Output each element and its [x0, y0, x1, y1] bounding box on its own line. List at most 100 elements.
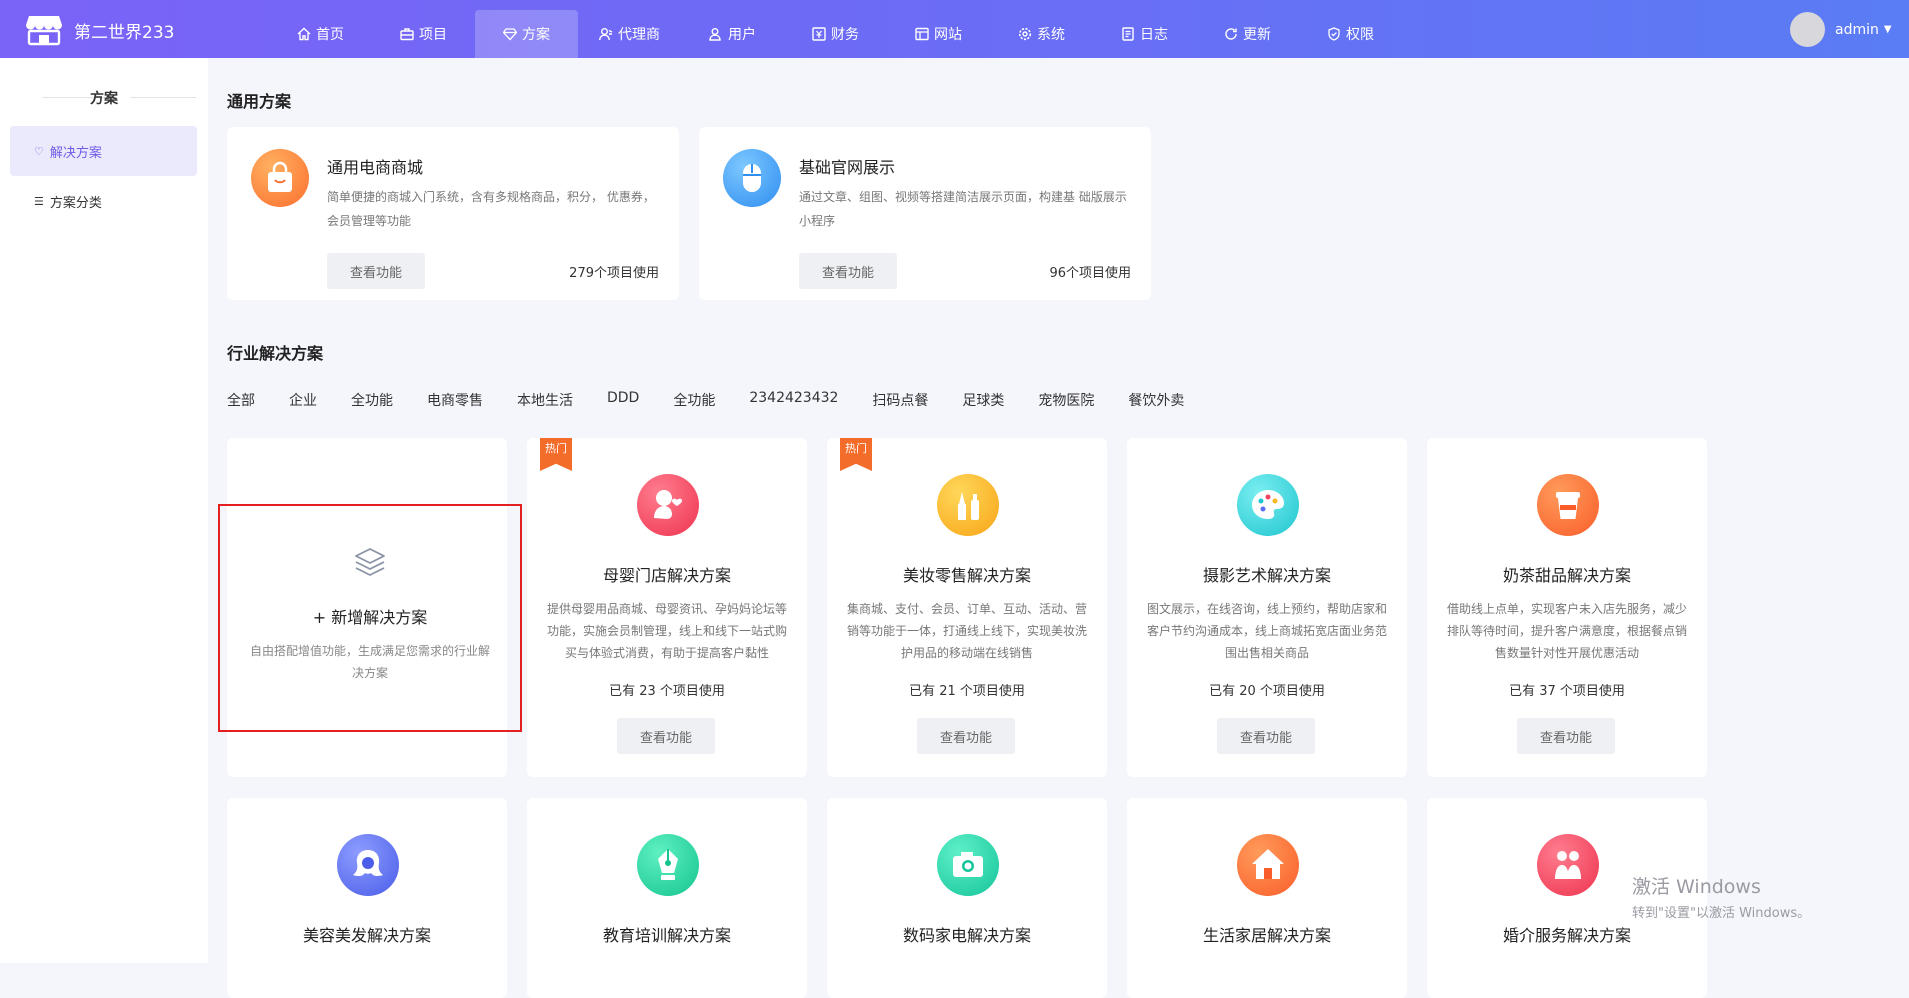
nav-item-label: 代理商	[618, 27, 660, 43]
filter-tab[interactable]: 宠物医院	[1038, 390, 1094, 410]
filter-tab[interactable]: 全功能	[351, 390, 393, 410]
app-logo[interactable]: 第二世界233	[26, 14, 174, 46]
milk-tea-icon	[1537, 474, 1599, 536]
filter-tab[interactable]: 2342423432	[749, 390, 838, 410]
nav-item-website[interactable]: 网站	[887, 10, 990, 58]
solution-card-education[interactable]: 教育培训解决方案	[527, 798, 807, 998]
add-solution-description: 自由搭配增值功能，生成满足您需求的行业解决方案	[250, 644, 491, 680]
card-title: 婚介服务解决方案	[1502, 926, 1631, 945]
palette-icon	[1237, 474, 1299, 536]
usage-count: 已有 21 个项目使用	[909, 684, 1025, 699]
card-title: 摄影艺术解决方案	[1202, 566, 1331, 585]
usage-count: 279个项目使用	[569, 266, 659, 281]
diamond-icon	[503, 28, 517, 41]
nav-item-label: 项目	[419, 27, 447, 43]
layers-icon	[355, 548, 385, 576]
sidebar-item-categories[interactable]: ☰ 方案分类	[10, 176, 197, 226]
nav-item-updates[interactable]: 更新	[1196, 10, 1299, 58]
sidebar-item-solutions[interactable]: ♡ 解决方案	[10, 126, 197, 176]
section-title-general: 通用方案	[227, 92, 292, 111]
nav-item-home[interactable]: 首页	[269, 10, 372, 58]
card-description: 借助线上点单，实现客户未入店先服务，减少排队等待时间，提升客户满意度，根据餐点销…	[1447, 602, 1687, 660]
solution-card-maternal-baby[interactable]: 热门 母婴门店解决方案 提供母婴用品商城、母婴资讯、孕妈妈论坛等功能，实施会员制…	[527, 438, 807, 777]
solution-card-general-ecommerce[interactable]: 通用电商商城 简单便捷的商城入门系统，含有多规格商品，积分， 优惠券，会员管理等…	[227, 127, 679, 300]
user-menu[interactable]: admin ▼	[1790, 12, 1892, 47]
filter-tab[interactable]: 餐饮外卖	[1128, 390, 1184, 410]
filter-tab[interactable]: DDD	[607, 390, 639, 410]
filter-tab[interactable]: 全功能	[673, 390, 715, 410]
username: admin	[1835, 21, 1879, 38]
filter-tab[interactable]: 全部	[227, 390, 255, 410]
nav-item-system[interactable]: 系统	[990, 10, 1093, 58]
nav-item-logs[interactable]: 日志	[1093, 10, 1196, 58]
card-description: 图文展示，在线咨询，线上预约，帮助店家和客户节约沟通成本，线上商城拓宽店面业务范…	[1147, 602, 1387, 660]
solution-card-home-living[interactable]: 生活家居解决方案	[1127, 798, 1407, 998]
solution-card-beauty-salon[interactable]: 美容美发解决方案	[227, 798, 507, 998]
card-description: 提供母婴用品商城、母婴资讯、孕妈妈论坛等功能，实施会员制管理，线上和线下一站式购…	[547, 602, 787, 660]
add-solution-title: + 新增解决方案	[312, 608, 428, 627]
solution-card-digital-appliances[interactable]: 数码家电解决方案	[827, 798, 1107, 998]
nav-item-agents[interactable]: 代理商	[578, 10, 681, 58]
solution-card-cosmetics[interactable]: 热门 美妆零售解决方案 集商城、支付、会员、订单、互动、活动、营销等功能于一体，…	[827, 438, 1107, 777]
watermark-title: 激活 Windows	[1632, 876, 1761, 898]
view-features-button[interactable]: 查看功能	[327, 253, 425, 289]
avatar	[1790, 12, 1825, 47]
store-icon	[26, 16, 62, 46]
filter-tab[interactable]: 本地生活	[517, 390, 573, 410]
solution-card-basic-website[interactable]: 基础官网展示 通过文章、组图、视频等搭建简洁展示页面，构建基 础版展示小程序 查…	[699, 127, 1151, 300]
nav-item-permissions[interactable]: 权限	[1299, 10, 1402, 58]
card-title: 奶茶甜品解决方案	[1502, 566, 1631, 585]
finance-icon	[812, 27, 826, 41]
nav-item-projects[interactable]: 项目	[372, 10, 475, 58]
solution-card-photography[interactable]: 摄影艺术解决方案 图文展示，在线咨询，线上预约，帮助店家和客户节约沟通成本，线上…	[1127, 438, 1407, 777]
shield-icon	[1328, 27, 1340, 41]
card-title: 基础官网展示	[799, 158, 896, 177]
usage-count: 96个项目使用	[1049, 266, 1131, 281]
chevron-down-icon: ▼	[1883, 24, 1892, 35]
usage-count: 已有 37 个项目使用	[1509, 684, 1625, 699]
filter-tab[interactable]: 足球类	[962, 390, 1004, 410]
add-solution-highlight[interactable]: + 新增解决方案 自由搭配增值功能，生成满足您需求的行业解决方案	[218, 504, 522, 732]
divider	[130, 97, 196, 98]
view-features-button[interactable]: 查看功能	[1517, 718, 1615, 754]
agent-icon	[599, 28, 613, 41]
sidebar-item-label: 方案分类	[49, 195, 102, 211]
filter-tab[interactable]: 电商零售	[427, 390, 483, 410]
top-navbar: 第二世界233 首页 项目 方案 代理商 用户 财务 网站 系统 日志 更新 权…	[0, 0, 1909, 58]
sidebar: 方案 ♡ 解决方案 ☰ 方案分类	[0, 58, 208, 963]
hot-badge: 热门	[540, 438, 572, 471]
nav-item-label: 用户	[728, 27, 756, 43]
solution-card-milk-tea[interactable]: 奶茶甜品解决方案 借助线上点单，实现客户未入店先服务，减少排队等待时间，提升客户…	[1427, 438, 1707, 777]
view-features-button[interactable]: 查看功能	[799, 253, 897, 289]
nav-item-label: 财务	[831, 27, 859, 43]
refresh-icon	[1225, 28, 1237, 40]
nav-item-label: 方案	[522, 27, 550, 43]
home-icon	[297, 27, 311, 41]
card-title: 通用电商商城	[327, 158, 424, 177]
nav-item-users[interactable]: 用户	[681, 10, 784, 58]
card-description: 通过文章、组图、视频等搭建简洁展示页面，构建基 础版展示小程序	[799, 190, 1127, 228]
nav-item-label: 网站	[934, 27, 962, 43]
card-title: 美容美发解决方案	[302, 926, 431, 945]
card-title: 生活家居解决方案	[1202, 926, 1331, 945]
mouse-icon	[723, 149, 781, 207]
card-title: 数码家电解决方案	[902, 926, 1031, 945]
briefcase-icon	[400, 28, 414, 41]
pen-icon	[637, 834, 699, 896]
card-title: 母婴门店解决方案	[602, 566, 731, 585]
nav-item-label: 更新	[1243, 27, 1271, 43]
watermark-subtitle: 转到"设置"以激活 Windows。	[1632, 906, 1811, 921]
nav-item-finance[interactable]: 财务	[784, 10, 887, 58]
view-features-button[interactable]: 查看功能	[917, 718, 1015, 754]
diamond-icon: ♡	[34, 144, 44, 158]
nav-item-label: 权限	[1346, 27, 1374, 43]
filter-tab[interactable]: 扫码点餐	[872, 390, 928, 410]
view-features-button[interactable]: 查看功能	[1217, 718, 1315, 754]
nav-item-solutions[interactable]: 方案	[475, 10, 578, 58]
nav-item-label: 日志	[1140, 27, 1168, 43]
log-icon	[1122, 27, 1134, 41]
house-icon	[1237, 834, 1299, 896]
users-icon	[709, 28, 721, 41]
filter-tab[interactable]: 企业	[289, 390, 317, 410]
view-features-button[interactable]: 查看功能	[617, 718, 715, 754]
